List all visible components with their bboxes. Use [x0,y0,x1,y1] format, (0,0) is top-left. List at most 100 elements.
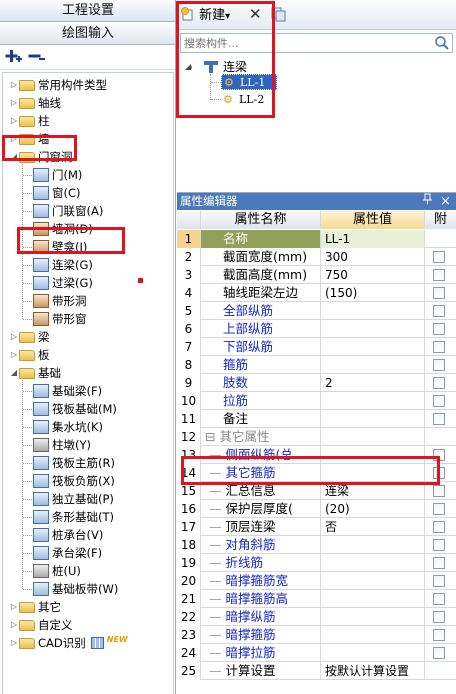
attach-checkbox[interactable] [433,593,445,605]
header-attach[interactable]: 附 [425,211,456,229]
expand-toggle-icon[interactable]: ▷ [9,113,19,129]
attach-checkbox[interactable] [433,395,445,407]
property-value[interactable] [321,590,425,608]
expand-toggle-icon[interactable]: ▷ [9,77,19,93]
property-value[interactable] [321,338,425,356]
property-value[interactable]: 750 [321,266,425,284]
tree-node-24[interactable]: 条形基础(T) [23,509,114,525]
property-row[interactable]: 4 轴线距梁左边 (150) [177,284,456,302]
tree-node-25[interactable]: 桩承台(V) [23,527,103,543]
property-row[interactable]: 3 截面高度(mm) 750 [177,266,456,284]
expand-toggle-icon[interactable]: ▷ [9,95,19,111]
property-row[interactable]: 2 截面宽度(mm) 300 [177,248,456,266]
collapse-group-icon[interactable]: ⊟ [205,429,219,444]
header-property-value[interactable]: 属性值 [321,211,425,229]
property-row[interactable]: 12 ⊟ 其它属性 [177,428,456,446]
search-icon[interactable] [434,35,450,51]
property-row[interactable]: 21— 暗撑箍筋高 [177,590,456,608]
expand-toggle-icon[interactable]: ▷ [9,635,19,651]
property-value[interactable]: (150) [321,284,425,302]
attach-checkbox[interactable] [433,575,445,587]
property-row[interactable]: 23— 暗撑箍筋 [177,626,456,644]
attach-checkbox[interactable] [433,539,445,551]
attach-checkbox[interactable] [433,503,445,515]
property-value[interactable]: LL-1 [321,230,425,248]
property-value[interactable]: 否 [321,518,425,536]
property-value[interactable] [321,644,425,662]
property-value[interactable] [321,392,425,410]
property-row[interactable]: 5 全部纵筋 [177,302,456,320]
collapse-toggle-icon[interactable]: ◢ [9,365,19,381]
property-row[interactable]: 10 拉筋 [177,392,456,410]
expand-toggle-icon[interactable]: ▷ [9,617,19,633]
close-icon[interactable]: × [440,193,451,210]
tree-node-12[interactable]: 带形洞 [23,293,87,309]
property-value[interactable] [321,626,425,644]
property-row[interactable]: 22— 暗撑纵筋 [177,608,456,626]
property-value[interactable]: 按默认计算设置 [321,662,425,680]
attach-checkbox[interactable] [433,359,445,371]
collapse-all-icon[interactable] [28,49,46,69]
attach-checkbox[interactable] [433,341,445,353]
tree-node-17[interactable]: 基础梁(F) [23,383,102,399]
attach-checkbox[interactable] [433,251,445,263]
pin-icon[interactable] [423,193,433,210]
attach-checkbox[interactable] [433,647,445,659]
tab-drawing-input[interactable]: 绘图输入 [0,23,175,45]
expand-toggle-icon[interactable]: ▷ [9,329,19,345]
tree-node-6[interactable]: 窗(C) [23,185,81,201]
tree-node-1[interactable]: ▷ 轴线 [9,95,61,111]
property-row[interactable]: 8 箍筋 [177,356,456,374]
tree-node-22[interactable]: 筏板负筋(X) [23,473,115,489]
property-row[interactable]: 7 下部纵筋 [177,338,456,356]
tree-node-10[interactable]: 连梁(G) [23,257,93,273]
property-row[interactable]: 19— 折线筋 [177,554,456,572]
tree-node-7[interactable]: 门联窗(A) [23,203,103,219]
attach-checkbox[interactable] [433,377,445,389]
tree-node-28[interactable]: 基础板带(W) [23,581,118,597]
attach-checkbox[interactable] [433,557,445,569]
property-value[interactable] [321,302,425,320]
property-value[interactable] [321,410,425,428]
property-value[interactable] [321,356,425,374]
expand-toggle-icon[interactable]: ▷ [9,599,19,615]
expand-toggle-icon[interactable]: ▷ [9,347,19,363]
tree-node-30[interactable]: ▷ 自定义 [9,617,73,633]
tree-node-11[interactable]: 过梁(G) [23,275,93,291]
property-row[interactable]: 20— 暗撑箍筋宽 [177,572,456,590]
property-row[interactable]: 9 肢数 2 [177,374,456,392]
tree-node-21[interactable]: 筏板主筋(R) [23,455,115,471]
tree-node-14[interactable]: ▷ 梁 [9,329,50,345]
tree-node-18[interactable]: 筏板基础(M) [23,401,117,417]
attach-checkbox[interactable] [433,269,445,281]
attach-checkbox[interactable] [433,323,445,335]
property-row[interactable]: 17— 顶层连梁否 [177,518,456,536]
property-row[interactable]: 24— 暗撑拉筋 [177,644,456,662]
tree-node-29[interactable]: ▷ 其它 [9,599,61,615]
expand-all-icon[interactable] [5,49,23,69]
tree-node-0[interactable]: ▷ 常用构件类型 [9,77,107,93]
property-value[interactable] [321,554,425,572]
tree-node-19[interactable]: 集水坑(K) [23,419,103,435]
tree-node-26[interactable]: 承台梁(F) [23,545,102,561]
attach-checkbox[interactable] [433,305,445,317]
attach-checkbox[interactable] [433,287,445,299]
tree-node-2[interactable]: ▷ 柱 [9,113,50,129]
tree-node-20[interactable]: 柱墩(Y) [23,437,91,453]
tree-node-13[interactable]: 带形窗 [23,311,87,327]
property-value[interactable] [321,320,425,338]
property-row[interactable]: 1 名称 LL-1 [177,230,456,248]
tree-node-31[interactable]: ▷ CAD识别 NEW [9,635,128,651]
tab-project-settings[interactable]: 工程设置 [0,0,175,22]
tree-node-23[interactable]: 独立基础(P) [23,491,114,507]
property-value[interactable] [321,572,425,590]
tree-node-27[interactable]: 桩(U) [23,563,81,579]
property-row[interactable]: 18— 对角斜筋 [177,536,456,554]
property-value[interactable]: 2 [321,374,425,392]
property-value[interactable]: (20) [321,500,425,518]
property-row[interactable]: 6 上部纵筋 [177,320,456,338]
property-value[interactable] [321,608,425,626]
attach-checkbox[interactable] [433,611,445,623]
tree-node-15[interactable]: ▷ 板 [9,347,50,363]
property-value[interactable] [321,536,425,554]
